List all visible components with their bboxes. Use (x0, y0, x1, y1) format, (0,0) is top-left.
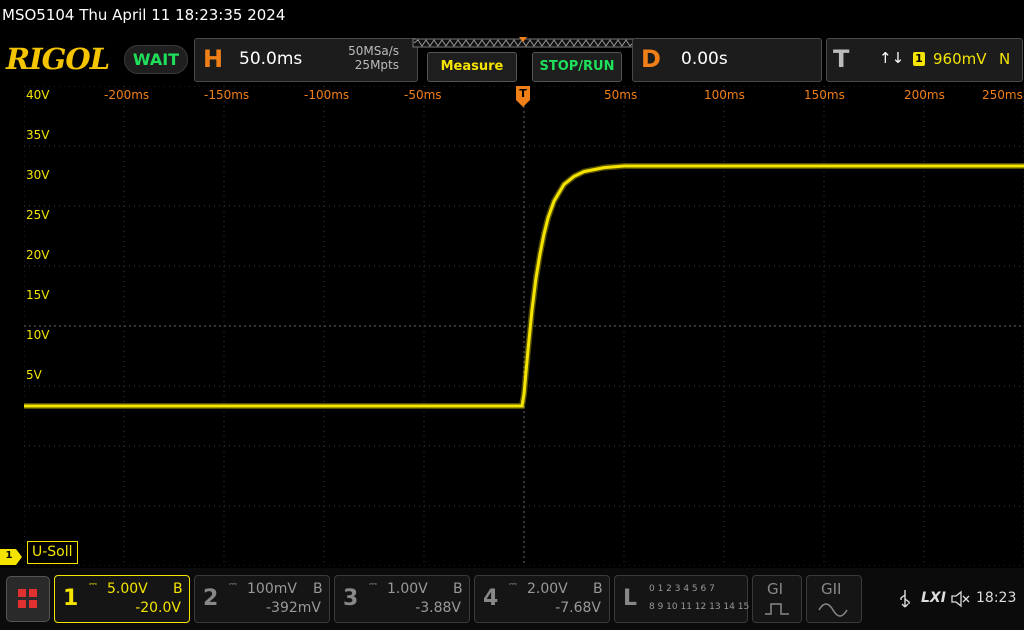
y-tick-label: 5V (26, 368, 42, 382)
generator-1-panel[interactable]: GI (752, 575, 802, 623)
stop-run-button[interactable]: STOP/RUN (532, 52, 622, 82)
channel-3-panel[interactable]: 3 ⎓ 1.00V B -3.88V (334, 575, 470, 623)
channel-3-bw: B (453, 581, 463, 597)
x-tick-label: 50ms (604, 88, 638, 102)
run-state-badge[interactable]: WAIT (124, 45, 188, 74)
timebase-value: 50.0ms (239, 49, 303, 69)
trigger-marker-letter: T (519, 87, 527, 100)
horizontal-letter: H (203, 45, 224, 73)
channel-3-scale: 1.00V (387, 581, 428, 597)
y-tick-label: 25V (26, 208, 50, 222)
x-tick-label: -100ms (304, 88, 350, 102)
measure-button[interactable]: Measure (427, 52, 517, 82)
y-tick-label: 35V (26, 128, 50, 142)
x-tick-label: -50ms (404, 88, 442, 102)
trigger-level: 960mV (933, 50, 987, 68)
speaker-muted-icon[interactable] (950, 589, 970, 609)
horizontal-panel[interactable]: H 50.0ms 50MSa/s 25Mpts (194, 38, 418, 82)
trigger-letter: T (833, 45, 850, 73)
x-tick-label: 200ms (904, 88, 945, 102)
y-tick-label: 15V (26, 288, 50, 302)
ch1-offset-marker[interactable]: 1 (0, 549, 24, 565)
sine-wave-icon (818, 603, 848, 617)
delay-panel[interactable]: D 0.00s (632, 38, 822, 82)
memory-depth: 25Mpts (354, 58, 399, 72)
channel-1-panel[interactable]: 1 ⎓ 5.00V B -20.0V (54, 575, 190, 623)
x-tick-label: -150ms (204, 88, 250, 102)
sample-rate: 50MSa/s (348, 44, 399, 58)
coupling-dc-icon: ⎓ (229, 579, 237, 590)
channel-4-offset: -7.68V (555, 600, 601, 616)
x-tick-label: -200ms (104, 88, 150, 102)
rigol-logo: RIGOL (6, 42, 110, 76)
channel-4-scale: 2.00V (527, 581, 568, 597)
ch1-marker-number: 1 (5, 550, 13, 561)
menu-grid-icon (18, 589, 37, 608)
logic-letter: L (623, 586, 638, 611)
channel-4-bw: B (593, 581, 603, 597)
logic-analyzer-panel[interactable]: L 0 1 2 3 4 5 6 7 8 9 10 11 12 13 14 15 (614, 575, 750, 623)
trigger-source-badge: 1 (913, 52, 925, 66)
trigger-position-marker[interactable]: T (516, 86, 530, 108)
logic-channels-row2: 8 9 10 11 12 13 14 15 (649, 602, 750, 612)
lxi-icon: LXI (921, 590, 946, 606)
y-tick-label: 10V (26, 328, 50, 342)
x-tick-label: 100ms (704, 88, 745, 102)
y-tick-label: 20V (26, 248, 50, 262)
delay-letter: D (641, 45, 661, 73)
waveform-display[interactable] (24, 86, 1024, 566)
channel-2-offset: -392mV (266, 600, 321, 616)
y-tick-label: 40V (26, 88, 50, 102)
channel-1-number: 1 (63, 586, 79, 611)
usb-icon (900, 590, 910, 608)
graticule (24, 86, 1024, 566)
trigger-mode: N (999, 50, 1011, 68)
coupling-dc-icon: ⎓ (369, 579, 377, 590)
channel-1-bw: B (173, 581, 183, 597)
coupling-dc-icon: ⎓ (89, 579, 97, 590)
memory-overview-strip[interactable] (412, 36, 636, 50)
channel-2-panel[interactable]: 2 ⎓ 100mV B -392mV (194, 575, 330, 623)
trigger-slope-icon: ↑↓ (879, 49, 905, 67)
logic-channels-row1: 0 1 2 3 4 5 6 7 (649, 584, 715, 594)
menu-button[interactable] (6, 576, 50, 622)
channel-1-scale: 5.00V (107, 581, 148, 597)
trigger-panel[interactable]: T ↑↓ 1 960mV N (826, 38, 1023, 82)
channel-3-number: 3 (343, 586, 359, 611)
channel-2-number: 2 (203, 586, 219, 611)
channel-4-panel[interactable]: 4 ⎓ 2.00V B -7.68V (474, 575, 610, 623)
channel-3-offset: -3.88V (415, 600, 461, 616)
channel-1-offset: -20.0V (135, 600, 181, 616)
channel-2-bw: B (313, 581, 323, 597)
x-tick-label: 150ms (804, 88, 845, 102)
channel-label-box[interactable]: U-Soll (27, 541, 78, 564)
clock: 18:23 (976, 590, 1017, 606)
delay-value: 0.00s (681, 49, 728, 69)
y-tick-label: 30V (26, 168, 50, 182)
coupling-dc-icon: ⎓ (509, 579, 517, 590)
channel-4-number: 4 (483, 586, 499, 611)
pulse-wave-icon (765, 603, 789, 615)
channel-2-scale: 100mV (247, 581, 297, 597)
status-text: MSO5104 Thu April 11 18:23:35 2024 (2, 6, 286, 24)
generator-2-panel[interactable]: GII (806, 575, 862, 623)
x-tick-label: 250ms (982, 88, 1023, 102)
